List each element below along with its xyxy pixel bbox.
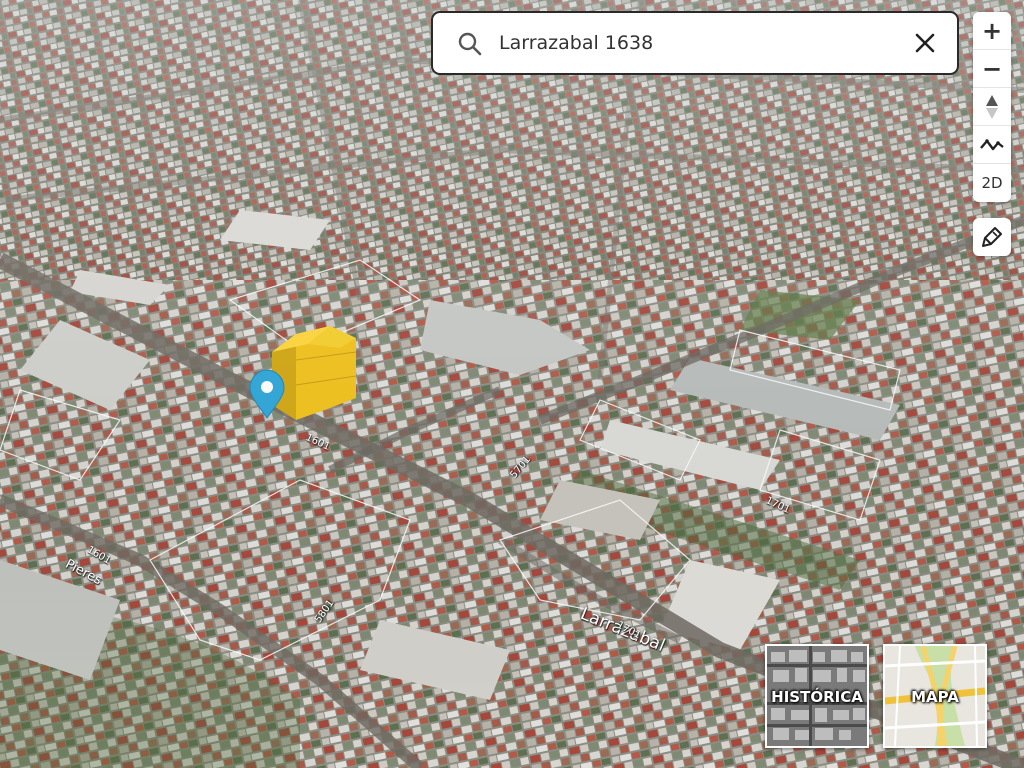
terrain-profile-icon [980,138,1004,150]
style-brush-button[interactable] [973,218,1011,256]
close-icon[interactable] [911,29,939,57]
zoom-out-button[interactable]: − [973,50,1011,88]
map-layer-button[interactable]: MAPA [883,644,987,748]
search-input[interactable] [499,27,889,59]
map-layer-label: MAPA [911,688,959,706]
compass-button[interactable] [973,88,1011,126]
historic-layer-label: HISTÓRICA [771,688,863,706]
satellite-3d-map[interactable] [0,0,1024,768]
compass-icon [986,94,998,119]
view-2d-label: 2D [981,174,1003,192]
paint-brush-icon [982,227,1002,247]
map-controls: + − 2D [973,12,1011,202]
view-2d-button[interactable]: 2D [973,164,1011,202]
historic-layer-button[interactable]: HISTÓRICA [765,644,869,748]
search-bar [431,11,959,75]
plus-icon: + [981,16,1003,45]
zoom-in-button[interactable]: + [973,12,1011,50]
minus-icon: − [981,54,1003,83]
search-icon[interactable] [457,31,483,57]
terrain-button[interactable] [973,126,1011,164]
